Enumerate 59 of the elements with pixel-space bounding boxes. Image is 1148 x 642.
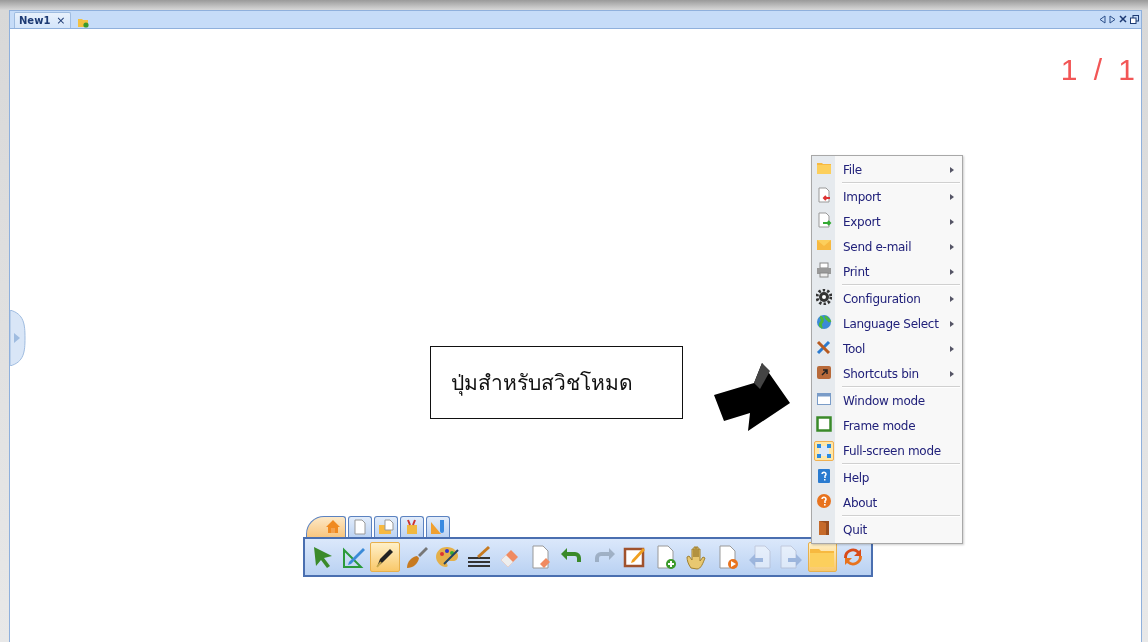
printer-icon — [815, 261, 832, 278]
ruler-flask-icon — [430, 519, 446, 535]
submenu-arrow-icon — [950, 345, 954, 352]
submenu-arrow-icon — [950, 218, 954, 225]
window-icon — [815, 390, 832, 407]
menu-item[interactable]: File — [812, 157, 962, 184]
document-arrow-icon — [815, 211, 832, 228]
toolbar-tab[interactable] — [400, 516, 424, 537]
submenu-arrow-icon — [950, 320, 954, 327]
pencil-cup-icon — [404, 519, 420, 535]
page-icon — [352, 519, 368, 535]
menu-item[interactable]: Configuration — [812, 286, 962, 311]
next-page-icon — [777, 544, 804, 570]
menu-item[interactable]: Help — [812, 465, 962, 490]
folder-page-icon — [378, 519, 394, 535]
toolbar-tab[interactable] — [348, 516, 372, 537]
new-folder-icon[interactable] — [76, 16, 89, 28]
side-panel-handle[interactable] — [10, 310, 26, 366]
toolbar-tab[interactable] — [306, 516, 346, 537]
menu-item[interactable]: Export — [812, 209, 962, 234]
toolbar-tab[interactable] — [374, 516, 398, 537]
menu-item[interactable]: Language Select — [812, 311, 962, 336]
restore-icon[interactable] — [1130, 15, 1139, 24]
menu-item[interactable]: Full-screen mode — [812, 438, 962, 465]
home-icon — [325, 519, 341, 535]
document-tab[interactable]: New1 × — [14, 12, 71, 28]
menu-item[interactable]: Window mode — [812, 388, 962, 413]
menu-item[interactable]: Shortcuts bin — [812, 361, 962, 388]
lines-brush-icon — [465, 544, 492, 570]
globe-icon — [815, 313, 832, 330]
scroll-right-icon[interactable] — [1109, 15, 1116, 24]
frame-icon — [815, 415, 832, 432]
page-number: 1 / 1 — [1060, 53, 1135, 87]
menu-item[interactable]: Print — [812, 259, 962, 286]
submenu-arrow-icon — [950, 193, 954, 200]
menu-item[interactable]: Quit — [812, 517, 962, 542]
palette-icon — [434, 544, 461, 570]
toolbar-button[interactable] — [370, 542, 400, 572]
submenu-arrow-icon — [950, 295, 954, 302]
toolbar-tab[interactable] — [426, 516, 450, 537]
submenu-arrow-icon — [950, 268, 954, 275]
submenu-arrow-icon — [950, 166, 954, 173]
submenu-arrow-icon — [950, 370, 954, 377]
settings-icon — [815, 288, 832, 305]
submenu-arrow-icon — [950, 243, 954, 250]
menu-item[interactable]: Import — [812, 184, 962, 209]
menu-item[interactable]: About — [812, 490, 962, 517]
document-arrow-icon — [815, 186, 832, 203]
close-icon[interactable] — [1119, 15, 1127, 23]
menu-item[interactable]: Tool — [812, 336, 962, 361]
scroll-left-icon[interactable] — [1099, 15, 1106, 24]
menu-item[interactable]: Send e-mail — [812, 234, 962, 259]
close-icon[interactable]: × — [56, 15, 66, 26]
menu-item[interactable]: Frame mode — [812, 413, 962, 438]
fullscreen-icon — [815, 442, 832, 459]
help-icon — [815, 492, 832, 509]
box-icon — [815, 363, 832, 380]
callout-text: ปุ่มสำหรับสวิชโหมด — [430, 346, 683, 419]
help-icon — [815, 467, 832, 484]
